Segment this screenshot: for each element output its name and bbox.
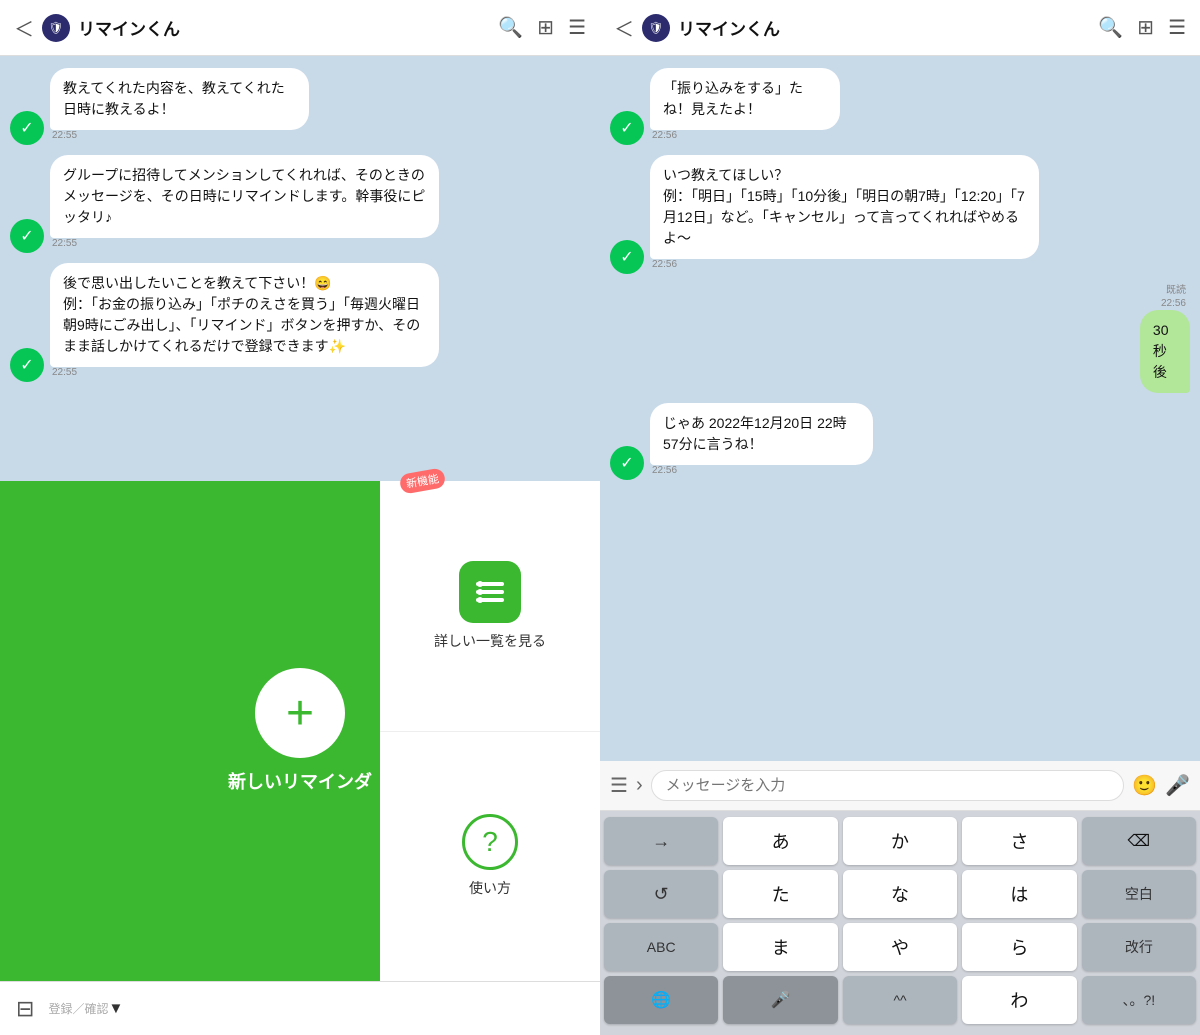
new-reminder-button[interactable]: + 新しいリマインダ (228, 668, 372, 794)
left-panel: ＜ 🛡 リマインくん 🔍 ⊞ ☰ ✓ 教えてくれた内容を、教えてくれた日時に教え… (0, 0, 600, 1035)
message-time: 22:56 (652, 130, 677, 141)
message-bubble: いつ教えてほしい？ 例：「明日」「15時」「10分後」「明日の朝7時」「12:2… (650, 155, 1039, 259)
table-row: ✓ 教えてくれた内容を、教えてくれた日時に教えるよ！ 22:55 (10, 68, 590, 145)
left-chat-area: ✓ 教えてくれた内容を、教えてくれた日時に教えるよ！ 22:55 ✓ グループに… (0, 56, 600, 481)
avatar: ✓ (10, 348, 44, 382)
left-chat-title: リマインくん (78, 15, 490, 40)
table-row: ✓ 後で思い出したいことを教えて下さい！😄 例：「お金の振り込み」「ポチのえさを… (10, 263, 590, 382)
read-status: 既読22:56 (1161, 284, 1186, 310)
menu-icon[interactable]: ☰ (1168, 15, 1186, 40)
avatar: ✓ (10, 219, 44, 253)
left-header-icons: 🔍 ⊞ ☰ (498, 15, 586, 40)
kb-punct-key[interactable]: 、。?! (1082, 976, 1196, 1024)
right-bottom-area: ☰ › 🙂 🎤 → あ か さ ⌫ ↺ た な は 空白 (600, 761, 1200, 1035)
kb-space-key[interactable]: 空白 (1082, 870, 1196, 918)
message-time: 22:56 (652, 259, 677, 270)
popup-list-item[interactable]: 詳しい一覧を見る (380, 481, 600, 732)
table-row: ✓ グループに招待してメンションしてくれれば、そのときのメッセージを、その日時に… (10, 155, 590, 253)
message-time: 22:56 (652, 465, 677, 476)
right-panel: ＜ 🛡 リマインくん 🔍 ⊞ ☰ ✓ 「振り込みをする」たね！見えたよ！ 22:… (600, 0, 1200, 1035)
kb-undo-key[interactable]: ↺ (604, 870, 718, 918)
list-icon (459, 561, 521, 623)
table-row: 既読22:56 30秒後 (610, 284, 1190, 393)
keyboard-row-4: 🌐 🎤 ^^ わ 、。?! (604, 976, 1196, 1024)
message-bubble: 教えてくれた内容を、教えてくれた日時に教えるよ！ (50, 68, 309, 130)
new-reminder-label: 新しいリマインダ (228, 768, 372, 794)
right-header-icons: 🔍 ⊞ ☰ (1098, 15, 1186, 40)
message-input[interactable] (651, 770, 1125, 801)
right-header: ＜ 🛡 リマインくん 🔍 ⊞ ☰ (600, 0, 1200, 56)
message-time: 22:55 (52, 367, 77, 378)
kb-wa-key[interactable]: わ (962, 976, 1076, 1024)
table-row: ✓ いつ教えてほしい？ 例：「明日」「15時」「10分後」「明日の朝7時」「12… (610, 155, 1190, 274)
avatar: ✓ (10, 111, 44, 145)
kb-ra-key[interactable]: ら (962, 923, 1076, 971)
kb-emoticon-key[interactable]: ^^ (843, 976, 957, 1024)
kb-ya-key[interactable]: や (843, 923, 957, 971)
help-icon: ? (462, 814, 518, 870)
right-chat-area: ✓ 「振り込みをする」たね！見えたよ！ 22:56 ✓ いつ教えてほしい？ 例：… (600, 56, 1200, 761)
kb-mic-key[interactable]: 🎤 (723, 976, 837, 1024)
kb-na-key[interactable]: な (843, 870, 957, 918)
kb-ta-key[interactable]: た (723, 870, 837, 918)
message-bubble: じゃあ 2022年12月20日 22時57分に言うね！ (650, 403, 873, 465)
kb-arrow-key[interactable]: → (604, 817, 718, 865)
register-button[interactable]: 登録／確認▼ (48, 1000, 123, 1017)
popup-help-item[interactable]: ? 使い方 (380, 732, 600, 982)
avatar: ✓ (610, 446, 644, 480)
kb-abc-key[interactable]: ABC (604, 923, 718, 971)
keyboard-row-3: ABC ま や ら 改行 (604, 923, 1196, 971)
emoji-icon[interactable]: 🙂 (1132, 773, 1157, 798)
keyboard-row-2: ↺ た な は 空白 (604, 870, 1196, 918)
right-back-button[interactable]: ＜ (614, 13, 634, 42)
japanese-keyboard: → あ か さ ⌫ ↺ た な は 空白 ABC ま や ら 改行 (600, 811, 1200, 1035)
mic-icon[interactable]: 🎤 (1165, 773, 1190, 798)
kb-ma-key[interactable]: ま (723, 923, 837, 971)
left-bottom-toolbar: ⊟ 登録／確認▼ (0, 981, 600, 1035)
table-row: ✓ 「振り込みをする」たね！見えたよ！ 22:56 (610, 68, 1190, 145)
message-time: 22:55 (52, 130, 77, 141)
help-label: 使い方 (469, 878, 511, 898)
message-time: 22:55 (52, 238, 77, 249)
kb-ka-key[interactable]: か (843, 817, 957, 865)
search-icon[interactable]: 🔍 (1098, 15, 1123, 40)
grid-icon[interactable]: ⊞ (537, 15, 554, 40)
message-bubble: 後で思い出したいことを教えて下さい！😄 例：「お金の振り込み」「ポチのえさを買う… (50, 263, 439, 367)
kb-return-key[interactable]: 改行 (1082, 923, 1196, 971)
kb-globe-key[interactable]: 🌐 (604, 976, 718, 1024)
avatar: ✓ (610, 111, 644, 145)
menu-icon[interactable]: ☰ (568, 15, 586, 40)
popup-panel: 新機能 詳しい一覧を見る ? 使い方 (380, 481, 600, 981)
right-chat-title: リマインくん (678, 15, 1090, 40)
message-bubble: 「振り込みをする」たね！見えたよ！ (650, 68, 840, 130)
grid-icon[interactable]: ⊞ (1137, 15, 1154, 40)
kb-delete-key[interactable]: ⌫ (1082, 817, 1196, 865)
input-bar: ☰ › 🙂 🎤 (600, 761, 1200, 811)
keyboard-row-1: → あ か さ ⌫ (604, 817, 1196, 865)
left-bot-icon: 🛡 (42, 14, 70, 42)
right-bot-icon: 🛡 (642, 14, 670, 42)
table-row: ✓ じゃあ 2022年12月20日 22時57分に言うね！ 22:56 (610, 403, 1190, 480)
list-item-label: 詳しい一覧を見る (434, 631, 546, 651)
plus-icon: + (255, 668, 345, 758)
left-header: ＜ 🛡 リマインくん 🔍 ⊞ ☰ (0, 0, 600, 56)
keyboard-icon[interactable]: ⊟ (16, 996, 34, 1022)
kb-ha-key[interactable]: は (962, 870, 1076, 918)
menu-icon[interactable]: ☰ (610, 773, 628, 798)
left-green-area: + 新しいリマインダ 新機能 詳しい一覧を見る (0, 481, 600, 981)
left-back-button[interactable]: ＜ (14, 13, 34, 42)
search-icon[interactable]: 🔍 (498, 15, 523, 40)
message-bubble: グループに招待してメンションしてくれれば、そのときのメッセージを、その日時にリマ… (50, 155, 439, 238)
avatar: ✓ (610, 240, 644, 274)
message-bubble: 30秒後 (1140, 310, 1190, 393)
chevron-right-icon[interactable]: › (636, 774, 643, 797)
kb-a-key[interactable]: あ (723, 817, 837, 865)
kb-sa-key[interactable]: さ (962, 817, 1076, 865)
